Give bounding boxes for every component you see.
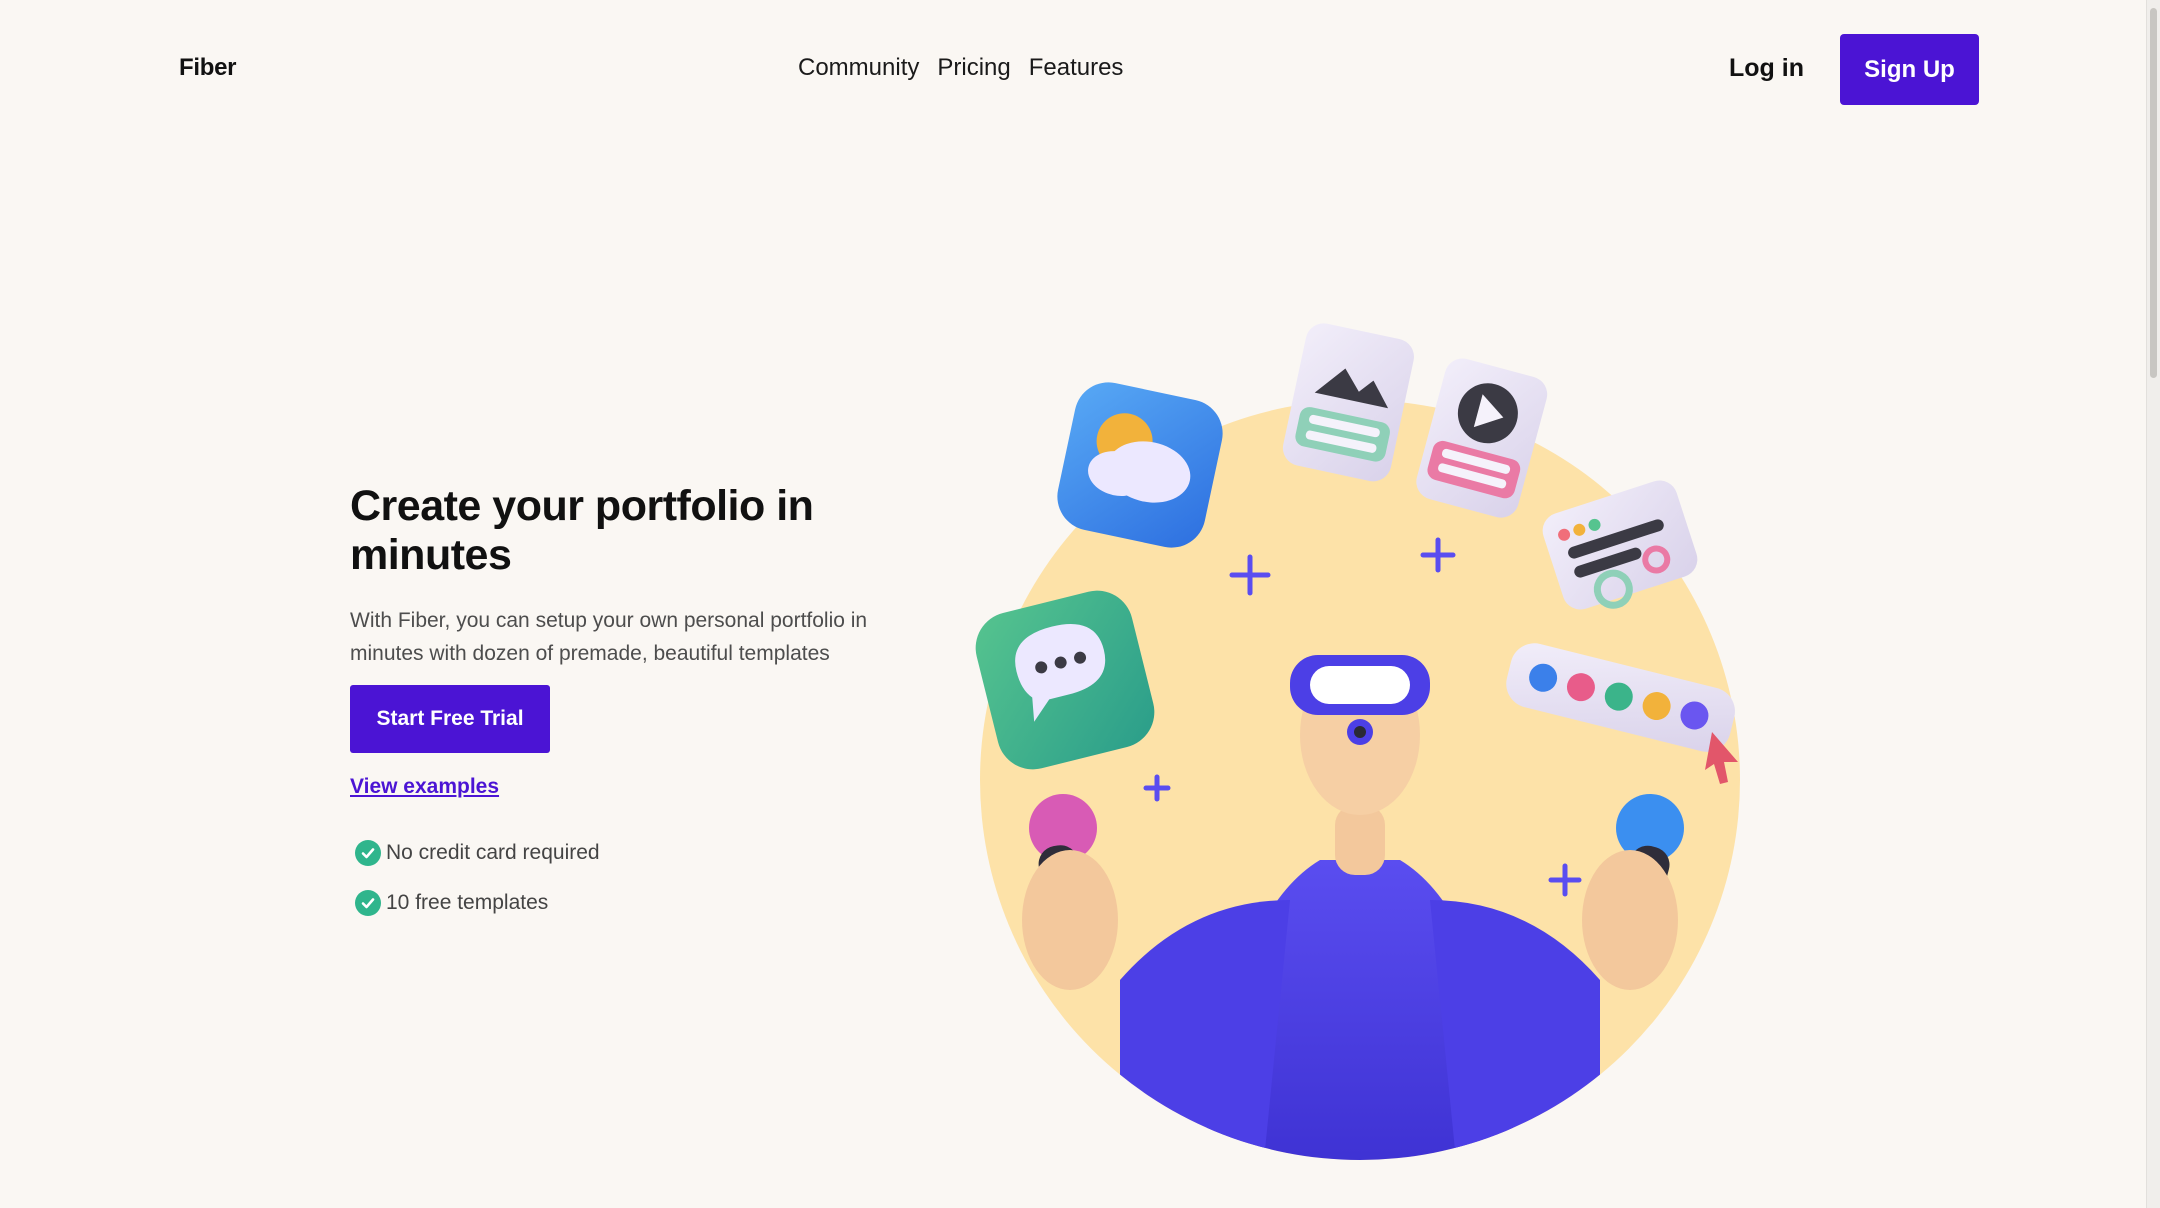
main-nav: Community Pricing Features [798, 54, 1123, 82]
view-examples-link[interactable]: View examples [350, 775, 499, 799]
check-icon [355, 840, 381, 866]
feature-item: 10 free templates [355, 890, 548, 916]
login-link[interactable]: Log in [1729, 54, 1804, 83]
hero-title: Create your portfolio in minutes [350, 482, 814, 579]
page-scrollbar[interactable] [2146, 0, 2160, 1208]
feature-item: No credit card required [355, 840, 600, 866]
feature-label: 10 free templates [386, 891, 549, 914]
hero-illustration [975, 323, 1740, 1160]
hero-subtitle: With Fiber, you can setup your own perso… [350, 609, 868, 665]
brand-logo[interactable]: Fiber [179, 54, 236, 82]
start-free-trial-button[interactable]: Start Free Trial [350, 685, 550, 753]
nav-link-features[interactable]: Features [1029, 54, 1124, 82]
nav-link-community[interactable]: Community [798, 54, 919, 82]
signup-button[interactable]: Sign Up [1840, 34, 1979, 105]
weather-app-icon [1057, 382, 1223, 548]
nav-link-pricing[interactable]: Pricing [937, 54, 1010, 82]
feature-label: No credit card required [386, 841, 600, 864]
check-icon [355, 890, 381, 916]
scroll-thumb[interactable] [2150, 8, 2157, 378]
